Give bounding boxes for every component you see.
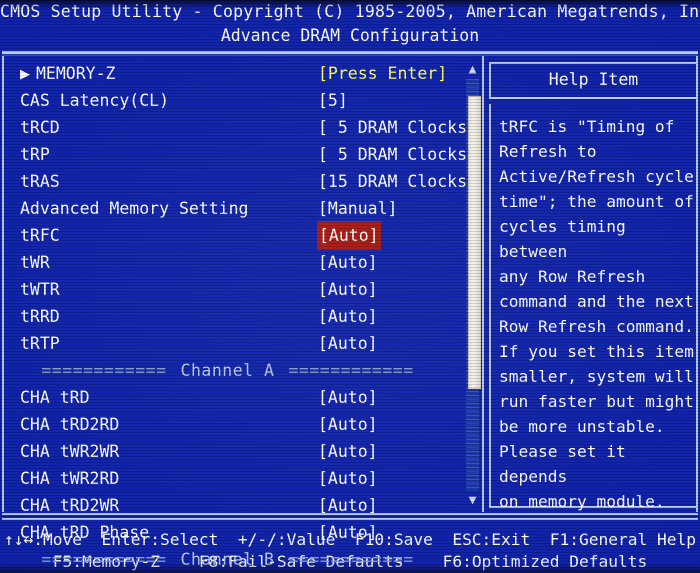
settings-row-value[interactable]: [ 5 DRAM Clocks] <box>318 114 477 141</box>
settings-row-value[interactable]: [15 DRAM Clocks] <box>318 168 477 195</box>
settings-row-label: tRCD <box>20 118 60 137</box>
section-separator: ============ Channel A ============ <box>0 357 455 384</box>
settings-row-label: tRFC <box>20 226 60 245</box>
settings-row-value[interactable]: [Auto] <box>318 411 378 438</box>
settings-row-label: CHA tRD2RD <box>20 415 120 434</box>
settings-row[interactable]: CHA tWR2RD [Auto] <box>0 465 455 492</box>
settings-row-value[interactable]: [ 5 DRAM Clocks] <box>318 141 477 168</box>
settings-row[interactable]: CHA tRD2WR [Auto] <box>0 492 455 519</box>
settings-row[interactable]: CAS Latency(CL) [5] <box>0 87 455 114</box>
settings-row-label: CAS Latency(CL) <box>20 91 170 110</box>
settings-list[interactable]: ▶ MEMORY-Z [Press Enter] CAS Latency(CL) [5]… <box>0 60 477 569</box>
submenu-arrow-icon: ▶ <box>20 64 30 83</box>
settings-row[interactable]: CHA tWR2WR [Auto] <box>0 438 455 465</box>
settings-row-value[interactable]: [Auto] <box>318 384 378 411</box>
settings-row-value[interactable]: [Auto] <box>318 519 378 546</box>
settings-row[interactable]: tRRD [Auto] <box>0 303 455 330</box>
settings-row-value[interactable]: [5] <box>318 87 348 114</box>
separator-dashes-left: ============ <box>41 361 167 380</box>
settings-row-value[interactable]: [Auto] <box>318 465 378 492</box>
settings-row-value[interactable]: [Auto] <box>318 303 378 330</box>
settings-row-label: ▶ MEMORY-Z <box>20 60 115 87</box>
help-panel-title: Help Item <box>548 70 639 89</box>
scrollbar-track[interactable] <box>466 79 481 491</box>
settings-row-value[interactable]: [Manual] <box>318 195 397 222</box>
separator-dashes-right: ============ <box>288 550 414 569</box>
settings-row[interactable]: tRP [ 5 DRAM Clocks] <box>0 141 477 168</box>
settings-row[interactable]: CHA tRD2RD [Auto] <box>0 411 455 438</box>
settings-row[interactable]: tWR [Auto] <box>0 249 455 276</box>
scrollbar-thumb[interactable] <box>468 96 481 389</box>
settings-row-label: tWTR <box>20 280 60 299</box>
page-subtitle: Advance DRAM Configuration <box>220 26 480 45</box>
settings-row[interactable]: CHA tRD Phase [Auto] <box>0 519 455 546</box>
settings-row-label: tRRD <box>20 307 60 326</box>
scroll-up-arrow-icon[interactable]: ▲ <box>465 62 480 77</box>
separator-dashes-left: ============ <box>41 550 167 569</box>
settings-row-value-selected[interactable]: [Auto] <box>318 222 380 249</box>
settings-row[interactable]: tRCD [ 5 DRAM Clocks] <box>0 114 477 141</box>
settings-row-value[interactable]: [Auto] <box>318 438 378 465</box>
section-separator: ============ Channel B ============ <box>0 546 455 573</box>
page-title: CMOS Setup Utility - Copyright (C) 1985-… <box>0 2 700 21</box>
settings-row[interactable]: tRTP [Auto] <box>0 330 455 357</box>
settings-row[interactable]: CHA tRD [Auto] <box>0 384 455 411</box>
settings-row-value[interactable]: [Auto] <box>318 276 378 303</box>
settings-row-label: tRTP <box>20 334 60 353</box>
settings-row[interactable]: tWTR [Auto] <box>0 276 455 303</box>
settings-row[interactable]: tRFC [Auto] <box>0 222 455 249</box>
settings-row-label: CHA tWR2WR <box>20 442 120 461</box>
separator-dashes-right: ============ <box>288 361 414 380</box>
settings-row-label: tRAS <box>20 172 60 191</box>
help-panel-header: Help Item <box>489 62 698 99</box>
settings-row-label: CHA tRD2WR <box>20 496 120 515</box>
settings-row-label: CHA tRD Phase <box>20 523 150 542</box>
settings-row[interactable]: tRAS [15 DRAM Clocks] <box>0 168 477 195</box>
settings-row-label-text: MEMORY-Z <box>36 64 116 83</box>
settings-row[interactable]: ▶ MEMORY-Z [Press Enter] <box>0 60 455 87</box>
frame-middle-border <box>482 56 484 512</box>
settings-row-label: tWR <box>20 253 50 272</box>
bios-setup-screen: CMOS Setup Utility - Copyright (C) 1985-… <box>0 0 700 573</box>
separator-label: Channel A <box>180 361 275 380</box>
settings-row-value[interactable]: [Auto] <box>318 492 378 519</box>
settings-row-label: Advanced Memory Setting <box>20 199 249 218</box>
scroll-down-arrow-icon[interactable]: ▼ <box>465 493 480 508</box>
settings-row-value[interactable]: [Auto] <box>318 249 378 276</box>
help-panel-body: tRFC is "Timing of Refresh to Active/Ref… <box>489 104 698 511</box>
header-divider <box>2 51 698 54</box>
help-panel-text: tRFC is "Timing of Refresh to Active/Ref… <box>499 117 694 511</box>
menu-scrollbar[interactable]: ▲ ▼ <box>464 62 481 508</box>
settings-row-label: CHA tWR2RD <box>20 469 120 488</box>
settings-row[interactable]: Advanced Memory Setting [Manual] <box>0 195 455 222</box>
separator-label: Channel B <box>180 550 275 569</box>
settings-row-value[interactable]: [Press Enter] <box>318 60 447 87</box>
settings-row-value[interactable]: [Auto] <box>318 330 378 357</box>
settings-row-label: CHA tRD <box>20 388 90 407</box>
settings-row-label: tRP <box>20 145 50 164</box>
